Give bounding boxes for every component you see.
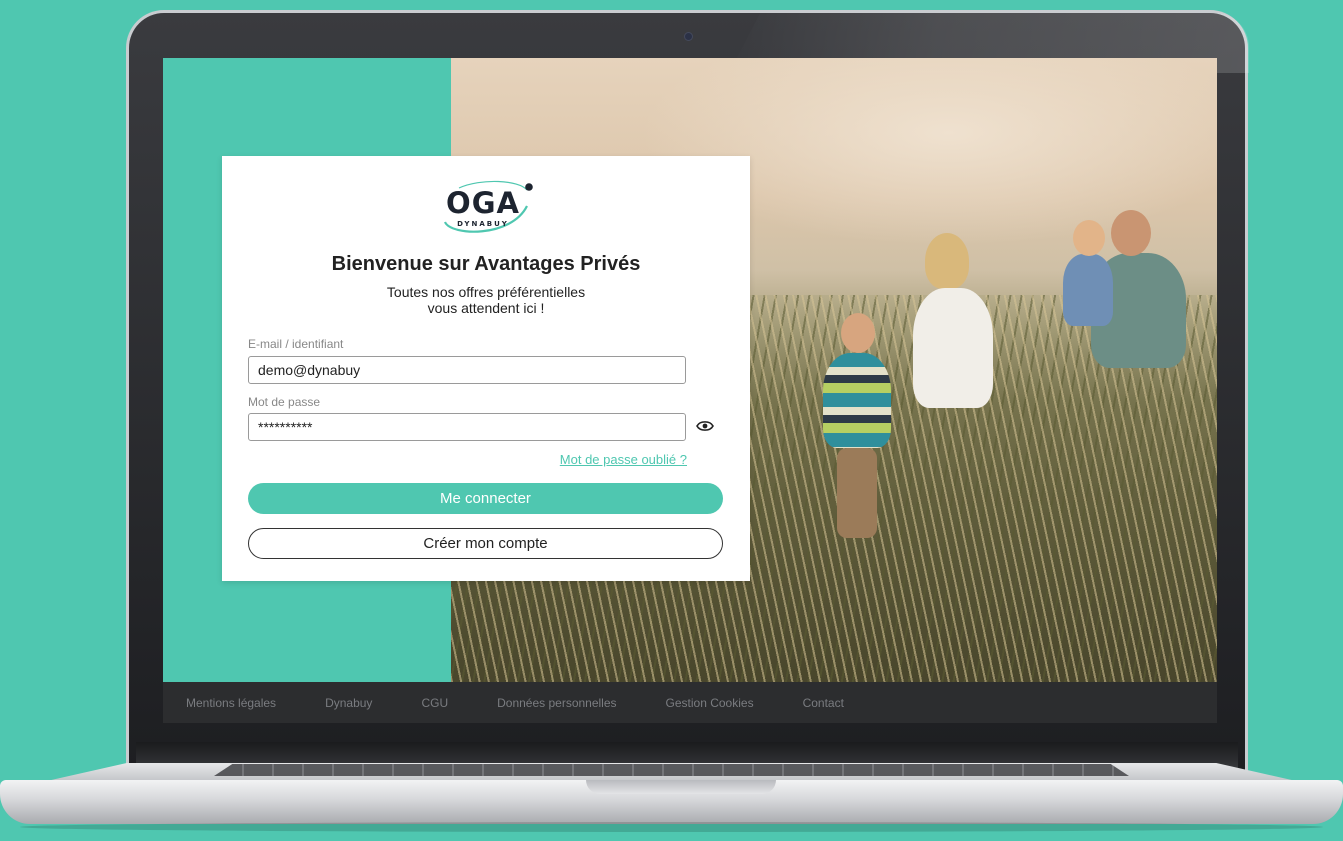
- photo-boy-legs: [837, 448, 877, 538]
- login-button[interactable]: Me connecter: [248, 483, 723, 514]
- keyboard-keys: [214, 764, 1129, 776]
- footer-bar: Mentions légales Dynabuy CGU Données per…: [163, 682, 1217, 723]
- logo-text: OGA: [446, 186, 520, 220]
- footer-link-cgu[interactable]: CGU: [421, 696, 448, 710]
- photo-kid-head: [1073, 220, 1105, 256]
- create-account-button[interactable]: Créer mon compte: [248, 528, 723, 559]
- oga-dynabuy-logo: OGA DYNABUY: [441, 180, 535, 240]
- laptop-screen: OGA DYNABUY Bienvenue sur Avantages Priv…: [163, 58, 1217, 723]
- email-field[interactable]: [248, 356, 686, 384]
- password-label: Mot de passe: [248, 395, 321, 409]
- photo-kid-body: [1063, 254, 1113, 326]
- photo-boy-head: [841, 313, 875, 353]
- footer-link-mentions-legales[interactable]: Mentions légales: [186, 696, 276, 710]
- laptop-lid-notch: [586, 780, 776, 794]
- welcome-title: Bienvenue sur Avantages Privés: [331, 253, 641, 275]
- eye-icon[interactable]: [696, 419, 714, 433]
- forgot-password-link[interactable]: Mot de passe oublié ?: [560, 452, 687, 467]
- footer-link-contact[interactable]: Contact: [803, 696, 844, 710]
- login-card: OGA DYNABUY Bienvenue sur Avantages Priv…: [222, 156, 750, 581]
- laptop-shadow: [20, 822, 1323, 832]
- subtitle-line-2: vous attendent ici !: [427, 300, 545, 316]
- photo-man-head: [1111, 210, 1151, 256]
- password-field[interactable]: [248, 413, 686, 441]
- footer-link-dynabuy[interactable]: Dynabuy: [325, 696, 372, 710]
- photo-woman-head: [925, 233, 969, 289]
- subtitle-line-1: Toutes nos offres préférentielles: [386, 284, 586, 300]
- footer-link-donnees-personnelles[interactable]: Données personnelles: [497, 696, 616, 710]
- photo-boy-body: [823, 353, 891, 448]
- email-label: E-mail / identifiant: [248, 337, 344, 351]
- photo-woman-body: [913, 288, 993, 408]
- webcam: [685, 33, 692, 40]
- logo-subtext: DYNABUY: [457, 220, 509, 228]
- footer-link-gestion-cookies[interactable]: Gestion Cookies: [666, 696, 754, 710]
- welcome-subtitle: Toutes nos offres préférentielles vous a…: [222, 284, 750, 316]
